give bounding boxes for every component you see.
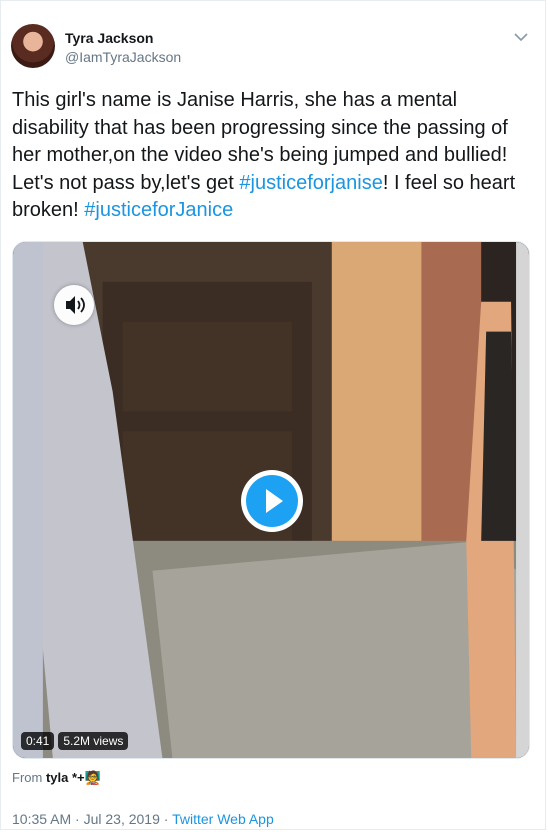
tweet-meta: 10:35 AM · Jul 23, 2019 · Twitter Web Ap… xyxy=(12,811,274,827)
source-prefix: From xyxy=(12,770,43,785)
video-player[interactable]: 0:41 5.2M views xyxy=(12,241,530,759)
chevron-down-icon[interactable] xyxy=(513,31,529,43)
video-badges: 0:41 5.2M views xyxy=(21,732,129,750)
play-button-circle xyxy=(246,475,298,527)
speaker-icon xyxy=(66,296,85,314)
author-handle[interactable]: @IamTyraJackson xyxy=(65,49,181,65)
mute-toggle-button[interactable] xyxy=(54,285,94,325)
play-icon xyxy=(266,489,283,513)
duration-badge: 0:41 xyxy=(21,732,55,750)
author-name[interactable]: Tyra Jackson xyxy=(65,30,153,46)
play-button[interactable] xyxy=(241,470,303,532)
source-account-link[interactable]: tyla *+🧑‍🏫 xyxy=(46,770,101,785)
hashtag-link[interactable]: #justiceforJanice xyxy=(84,199,233,221)
tweet-card: Tyra Jackson @IamTyraJackson This girl's… xyxy=(0,0,546,830)
media-source: From tyla *+🧑‍🏫 xyxy=(12,770,101,786)
source-app-link[interactable]: Twitter Web App xyxy=(172,811,274,827)
meta-separator: · xyxy=(159,811,173,827)
timestamp-link[interactable]: 10:35 AM · Jul 23, 2019 xyxy=(12,811,160,827)
hashtag-link[interactable]: #justiceforjanise xyxy=(239,172,382,194)
view-count-badge: 5.2M views xyxy=(58,732,129,750)
avatar[interactable] xyxy=(11,24,55,68)
tweet-text: This girl's name is Janise Harris, she h… xyxy=(12,87,536,225)
